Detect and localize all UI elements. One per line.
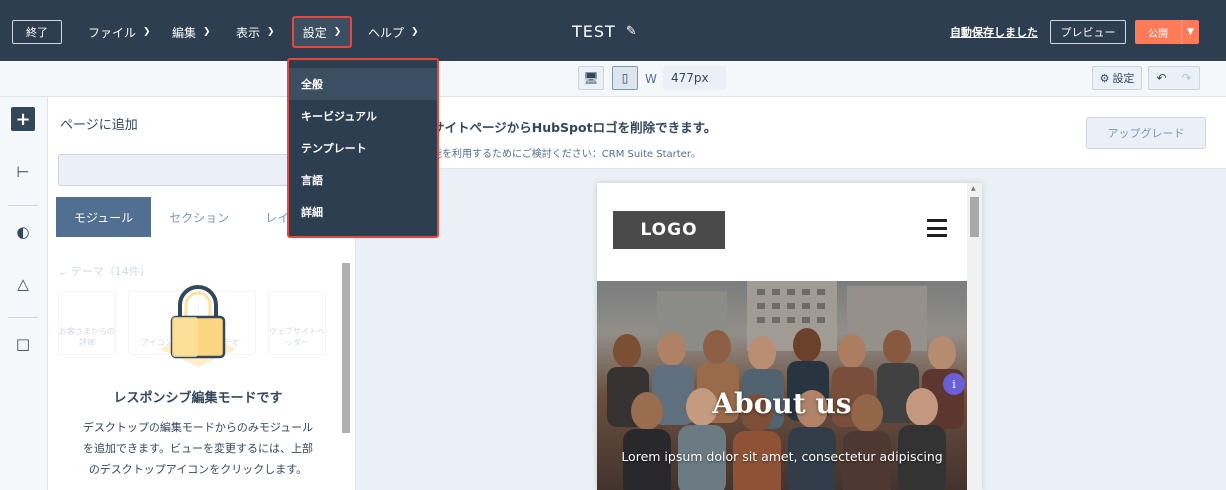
preview-scrollbar[interactable]: ▲: [967, 183, 982, 490]
chevron-down-icon: ❯: [267, 27, 275, 37]
settings-menu-template[interactable]: テンプレート: [289, 132, 437, 164]
optimize-gauge-icon[interactable]: ◐: [12, 221, 34, 243]
test-flask-icon[interactable]: △: [12, 273, 34, 295]
menu-settings[interactable]: 設定 ❯: [292, 16, 352, 48]
menu-file-label: ファイル: [88, 25, 137, 40]
chevron-down-icon: ❯: [411, 27, 419, 37]
banner-title: サイトページからHubSpotロゴを削除できます。: [432, 120, 717, 135]
settings-menu-general[interactable]: 全般: [289, 68, 437, 100]
settings-menu-key-visual[interactable]: キービジュアル: [289, 100, 437, 132]
menu-help[interactable]: ヘルプ ❯: [362, 20, 425, 44]
add-icon[interactable]: +: [11, 107, 35, 131]
mobile-preview-frame[interactable]: LOGO About us Lorem ipsum dolor sit amet…: [597, 183, 982, 490]
top-navigation-bar: 終了 ファイル ❯ 編集 ❯ 表示 ❯ 設定 ❯ ヘルプ ❯ TEST ✎ 自動…: [0, 0, 1226, 61]
scrollbar-thumb[interactable]: [342, 263, 350, 433]
upgrade-button[interactable]: アップグレード: [1086, 117, 1206, 149]
responsive-mode-title: レスポンシブ編集モードです: [113, 391, 283, 406]
menu-edit[interactable]: 編集 ❯: [166, 20, 217, 44]
menu-view-label: 表示: [236, 25, 261, 40]
settings-menu-language[interactable]: 言語: [289, 164, 437, 196]
publish-label: 公開: [1148, 28, 1168, 40]
editor-canvas: サイトページからHubSpotロゴを削除できます。 能を利用するためにご検討くだ…: [356, 97, 1226, 490]
autosave-status[interactable]: 自動保存しました: [950, 24, 1038, 40]
left-icon-rail: + ⊢ ◐ △ □: [0, 97, 48, 490]
undo-icon[interactable]: ↶: [1156, 71, 1166, 85]
panel-body: ⌄ テーマ（14件） お客さまからの評価 アイコン ビデオ ウェブサイトヘッダー…: [48, 247, 348, 490]
hero-title[interactable]: About us: [597, 387, 967, 420]
tab-sections[interactable]: セクション: [151, 197, 247, 237]
page-title[interactable]: TEST ✎: [572, 22, 638, 41]
site-header[interactable]: LOGO: [597, 183, 967, 281]
menu-edit-label: 編集: [172, 25, 197, 40]
settings-menu-advanced[interactable]: 詳細: [289, 196, 437, 228]
structure-tree-icon[interactable]: ⊢: [12, 161, 34, 183]
settings-dropdown-menu: 全般 キービジュアル テンプレート 言語 詳細: [287, 58, 439, 238]
view-toolbar: 🖥 ▯ W 477px ⚙ 設定 ↶ ↷: [0, 61, 1226, 97]
redo-icon[interactable]: ↷: [1181, 71, 1191, 85]
desktop-icon: 🖥: [583, 71, 599, 85]
panel-title: ページに追加: [60, 118, 138, 133]
mobile-view-button[interactable]: ▯: [612, 66, 638, 90]
upgrade-banner: サイトページからHubSpotロゴを削除できます。 能を利用するためにご検討くだ…: [356, 97, 1226, 169]
undo-redo-group: ↶ ↷: [1148, 66, 1200, 90]
preview-button[interactable]: プレビュー: [1050, 20, 1126, 44]
rail-divider: [8, 317, 38, 318]
chevron-down-icon[interactable]: ▼: [1181, 20, 1199, 44]
site-logo[interactable]: LOGO: [613, 211, 725, 249]
width-input[interactable]: 477px: [663, 66, 726, 90]
banner-subtitle: 能を利用するためにご検討ください：CRM Suite Starter。: [432, 149, 701, 160]
scroll-up-arrow-icon[interactable]: ▲: [971, 185, 976, 192]
hero-section[interactable]: About us Lorem ipsum dolor sit amet, con…: [597, 281, 967, 490]
chevron-up-icon: ❯: [333, 27, 342, 37]
hero-body-text[interactable]: Lorem ipsum dolor sit amet, consectetur …: [597, 449, 967, 464]
desktop-view-button[interactable]: 🖥: [578, 66, 604, 90]
pencil-icon[interactable]: ✎: [626, 24, 638, 39]
mobile-icon: ▯: [621, 71, 629, 85]
chevron-down-icon: ❯: [203, 27, 211, 37]
view-settings-button[interactable]: ⚙ 設定: [1092, 66, 1142, 90]
exit-button[interactable]: 終了: [12, 20, 62, 44]
width-label: W: [645, 72, 657, 86]
menu-settings-label: 設定: [302, 25, 327, 40]
menu-view[interactable]: 表示 ❯: [230, 20, 281, 44]
view-settings-label: 設定: [1112, 72, 1135, 85]
lock-icon: [160, 285, 236, 367]
rail-divider: [8, 205, 38, 206]
panel-scrollbar[interactable]: [342, 249, 350, 489]
tab-modules[interactable]: モジュール: [56, 197, 152, 237]
chevron-down-icon: ❯: [143, 27, 151, 37]
hamburger-menu-icon[interactable]: [927, 219, 947, 237]
scrollbar-thumb[interactable]: [970, 197, 979, 237]
menu-file[interactable]: ファイル ❯: [82, 20, 157, 44]
publish-button[interactable]: 公開 ▼: [1135, 20, 1199, 44]
menu-help-label: ヘルプ: [368, 25, 405, 40]
responsive-mode-notice: レスポンシブ編集モードです デスクトップの編集モードからのみモジュールを追加でき…: [48, 267, 348, 490]
responsive-mode-text: デスクトップの編集モードからのみモジュールを追加できます。ビューを変更するには、…: [82, 421, 314, 476]
gear-icon: ⚙: [1099, 71, 1110, 85]
info-icon[interactable]: i: [943, 373, 965, 395]
page-document-icon[interactable]: □: [12, 333, 34, 355]
page-title-text: TEST: [572, 22, 616, 41]
